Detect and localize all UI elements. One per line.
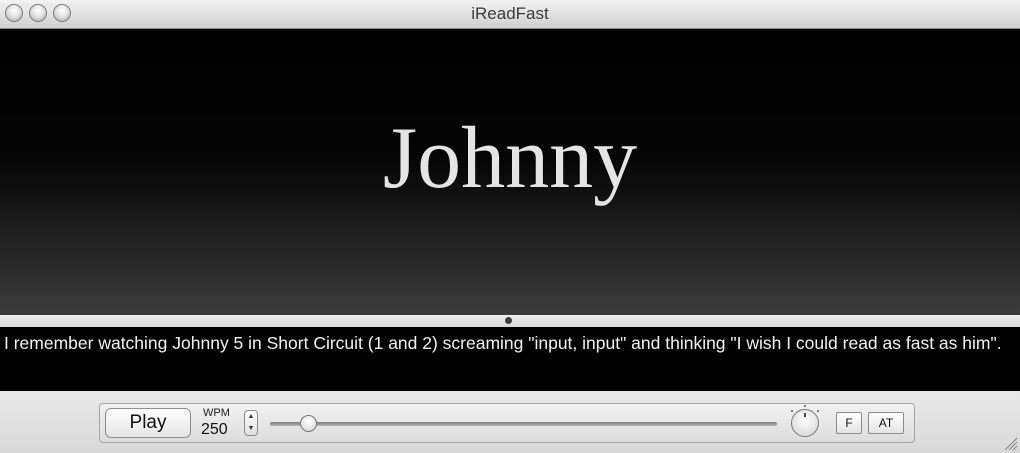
controls-bar: Play WPM 250 ▲ ▼ F AT	[99, 403, 915, 443]
word-display: Johnny	[0, 29, 1020, 315]
play-button[interactable]: Play	[105, 408, 191, 438]
source-text-area[interactable]: I remember watching Johnny 5 in Short Ci…	[0, 327, 1020, 391]
dial-tick-right	[817, 410, 819, 412]
divider-handle-icon[interactable]	[505, 317, 512, 324]
bottom-toolbar-area: Play WPM 250 ▲ ▼ F AT	[0, 391, 1020, 453]
title-bar[interactable]: iReadFast	[0, 0, 1020, 29]
stepper-up-icon[interactable]: ▲	[245, 411, 257, 423]
app-window: iReadFast Johnny I remember watching Joh…	[0, 0, 1020, 453]
split-view-divider[interactable]	[0, 315, 1020, 327]
dial-tick-top	[804, 405, 806, 407]
dial-icon[interactable]	[791, 409, 819, 437]
f-button[interactable]: F	[836, 412, 862, 434]
window-title: iReadFast	[471, 4, 549, 23]
wpm-value: 250	[201, 421, 228, 438]
current-word: Johnny	[382, 110, 638, 207]
wpm-stepper[interactable]: ▲ ▼	[244, 410, 258, 436]
wpm-label: WPM	[203, 407, 230, 419]
stepper-down-icon[interactable]: ▼	[245, 423, 257, 435]
speed-slider-knob[interactable]	[300, 415, 318, 432]
at-button[interactable]: AT	[868, 412, 904, 434]
dial-mark	[804, 413, 806, 417]
resize-grip-icon[interactable]	[1004, 437, 1018, 451]
dial-tick-left	[791, 410, 793, 412]
speed-slider[interactable]	[270, 422, 777, 426]
